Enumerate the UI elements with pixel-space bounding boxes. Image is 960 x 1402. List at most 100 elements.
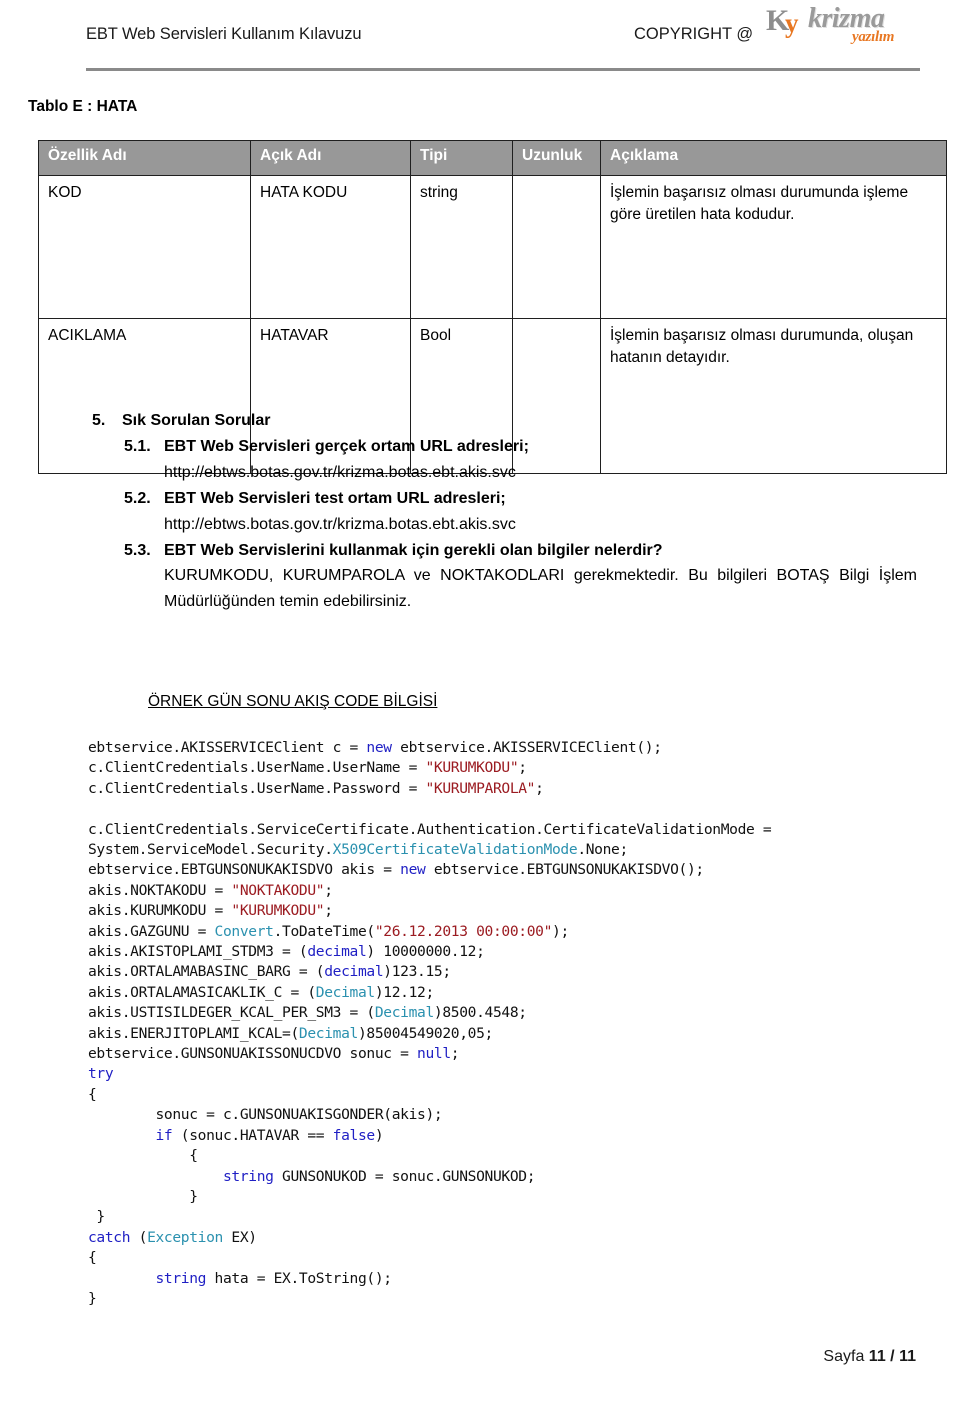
code-token: ); (552, 922, 569, 940)
faq-item-number: 5.1. (124, 437, 151, 455)
table-caption: Tablo E : HATA (28, 98, 138, 115)
code-token: "NOKTAKODU" (231, 881, 325, 899)
code-token: akis.AKISTOPLAMI_STDM3 = ( (88, 943, 308, 961)
code-line: string GUNSONUKOD = sonuc.GUNSONUKOD; (88, 1167, 888, 1187)
code-line: System.ServiceModel.Security.X509Certifi… (88, 840, 888, 860)
logo-y-letter: y (785, 8, 799, 38)
page-header: EBT Web Servisleri Kullanım Kılavuzu COP… (0, 0, 960, 78)
code-token: "KURUMPAROLA" (425, 779, 536, 797)
faq-item-number: 5.3. (124, 541, 151, 559)
code-line: string hata = EX.ToString(); (88, 1269, 888, 1289)
code-token: .ToDateTime( (273, 922, 376, 940)
code-line: ebtservice.GUNSONUAKISSONUCDVO sonuc = n… (88, 1044, 888, 1064)
code-line: sonuc = c.GUNSONUAKISGONDER(akis); (88, 1105, 888, 1125)
code-token: string (222, 1167, 274, 1185)
code-token: akis.ORTALAMASICAKLIK_C = ( (88, 983, 316, 1001)
column-header-acik-adi: Açık Adı (250, 140, 411, 176)
table-header-row: Özellik Adı Açık Adı Tipi Uzunluk Açıkla… (38, 140, 947, 176)
column-header-tipi: Tipi (410, 140, 513, 176)
code-line: c.ClientCredentials.UserName.Password = … (88, 779, 888, 799)
code-token: (sonuc.HATAVAR == (172, 1126, 333, 1144)
code-token: hata = EX.ToString(); (206, 1269, 393, 1287)
code-token: "KURUMKODU" (231, 902, 325, 920)
code-token: Convert (214, 922, 274, 940)
column-header-aciklama: Açıklama (600, 140, 947, 176)
code-line: } (88, 1187, 888, 1207)
code-token: System.ServiceModel.Security. (88, 841, 333, 859)
faq-section-heading: 5. Sık Sorulan Sorular (92, 408, 960, 434)
code-token: catch (88, 1228, 131, 1246)
code-token: if (155, 1126, 173, 1144)
code-line: if (sonuc.HATAVAR == false) (88, 1126, 888, 1146)
code-token: { (88, 1249, 97, 1267)
faq-item-5-1-url: http://ebtws.botas.gov.tr/krizma.botas.e… (164, 463, 516, 481)
code-token: Decimal (298, 1024, 358, 1042)
code-token: c.ClientCredentials.UserName.UserName = (88, 759, 426, 777)
code-token: "26.12.2013 00:00:00" (374, 922, 553, 940)
code-line: akis.AKISTOPLAMI_STDM3 = (decimal) 10000… (88, 942, 888, 962)
code-token: new (400, 861, 426, 879)
code-token: ( (130, 1228, 148, 1246)
code-token: Exception (147, 1228, 223, 1246)
faq-section: 5. Sık Sorulan Sorular 5.1. EBT Web Servis… (0, 408, 960, 615)
code-sample-heading: ÖRNEK GÜN SONU AKIŞ CODE BİLGİSİ (148, 693, 438, 710)
faq-item-5-2-url: http://ebtws.botas.gov.tr/krizma.botas.e… (164, 515, 516, 533)
code-token: akis.GAZGUNU = (88, 922, 215, 940)
page-footer: Sayfa 11 / 11 (0, 1348, 960, 1366)
code-line: } (88, 1289, 888, 1309)
column-header-uzunluk: Uzunluk (512, 140, 601, 176)
column-header-ozellik-adi: Özellik Adı (38, 140, 251, 176)
header-divider (86, 68, 920, 71)
code-line: catch (Exception EX) (88, 1228, 888, 1248)
code-line: { (88, 1146, 888, 1166)
code-token: Decimal (374, 1004, 434, 1022)
code-line: akis.ORTALAMASICAKLIK_C = (Decimal)12.12… (88, 983, 888, 1003)
code-token: X509CertificateValidationMode (332, 841, 578, 859)
code-token: akis.NOKTAKODU = (88, 881, 232, 899)
faq-item-number: 5.2. (124, 489, 151, 507)
code-token: c.ClientCredentials.ServiceCertificate.A… (88, 820, 772, 838)
table-row: KOD HATA KODU string İşlemin başarısız o… (38, 175, 947, 319)
code-token: } (88, 1208, 105, 1226)
faq-item-question: EBT Web Servislerini kullanmak için gere… (164, 541, 663, 559)
code-token: )12.12; (374, 983, 434, 1001)
code-line: try (88, 1064, 888, 1084)
code-line: akis.USTISILDEGER_KCAL_PER_SM3 = (Decima… (88, 1003, 888, 1023)
code-token: } (88, 1187, 198, 1205)
faq-item-5-3: 5.3. EBT Web Servislerini kullanmak için … (124, 538, 960, 564)
code-token: { (88, 1085, 97, 1103)
document-title: EBT Web Servisleri Kullanım Kılavuzu (86, 25, 362, 43)
faq-item-5-3-answer: KURUMKODU, KURUMPAROLA ve NOKTAKODLARI g… (164, 567, 917, 611)
code-token: ; (518, 759, 527, 777)
code-token: decimal (324, 963, 384, 981)
code-token: ; (450, 1045, 460, 1063)
faq-item-question: EBT Web Servisleri test ortam URL adresl… (164, 489, 506, 507)
code-token: c.ClientCredentials.UserName.Password = (88, 779, 426, 797)
code-line: } (88, 1207, 888, 1227)
code-line: akis.KURUMKODU = "KURUMKODU"; (88, 901, 888, 921)
code-token: ebtservice.GUNSONUAKISSONUCDVO sonuc = (88, 1045, 418, 1063)
code-line: ebtservice.AKISSERVICEClient c = new ebt… (88, 738, 888, 758)
faq-item-question: EBT Web Servisleri gerçek ortam URL adre… (164, 437, 529, 455)
code-line: akis.GAZGUNU = Convert.ToDateTime("26.12… (88, 922, 888, 942)
footer-current-page: 11 (868, 1348, 886, 1365)
code-token: )123.15; (383, 963, 451, 981)
code-token: ; (535, 779, 544, 797)
footer-total-pages: 11 (899, 1348, 916, 1365)
code-token: EX) (223, 1228, 257, 1246)
code-token: try (88, 1065, 114, 1083)
code-token: ) (374, 1126, 384, 1144)
code-token: decimal (307, 943, 367, 961)
code-token: ; (324, 881, 333, 899)
code-line: akis.ENERJITOPLAMI_KCAL=(Decimal)8500454… (88, 1024, 888, 1044)
cell-aciklama: İşlemin başarısız olması durumunda işlem… (600, 175, 947, 319)
code-token: akis.ENERJITOPLAMI_KCAL=( (88, 1024, 299, 1042)
code-token: string (155, 1269, 207, 1287)
code-token: akis.KURUMKODU = (88, 902, 232, 920)
code-token: ) 10000000.12; (366, 943, 485, 961)
code-line: akis.ORTALAMABASINC_BARG = (decimal)123.… (88, 962, 888, 982)
code-token: ebtservice.EBTGUNSONUKAKISDVO akis = (88, 861, 401, 879)
